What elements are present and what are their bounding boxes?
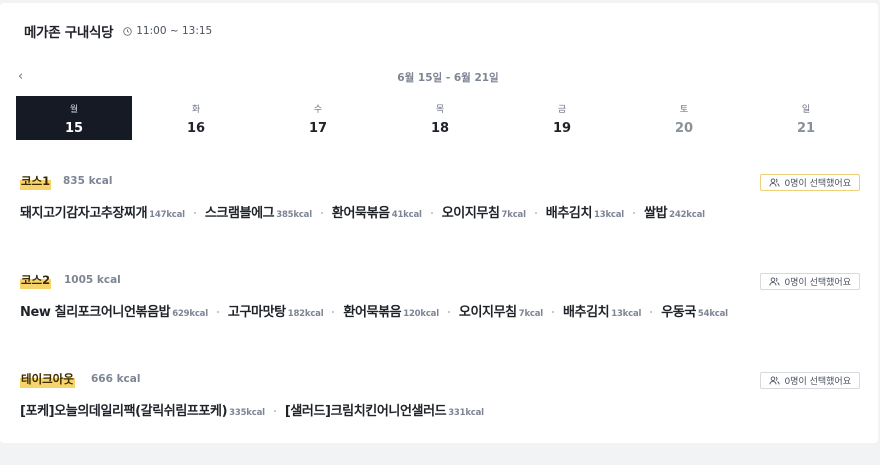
day-of-week: 금 <box>557 105 567 115</box>
course-header: 테이크아웃 666 kcal 0명이 선택했어요 <box>20 371 860 391</box>
separator-dot <box>193 212 196 214</box>
hours-text: 11:00 ~ 13:15 <box>136 25 213 37</box>
dish-kcal: 331kcal <box>448 408 484 418</box>
separator-dot <box>216 311 219 313</box>
day-number: 19 <box>552 121 572 136</box>
selection-count-text: 0명이 선택했어요 <box>784 179 851 189</box>
separator-dot <box>534 212 537 214</box>
day-tab-sat[interactable]: 토 20 <box>626 96 742 140</box>
dish-kcal: 13kcal <box>611 309 642 319</box>
course-header: 코스1 835 kcal 0명이 선택했어요 <box>20 173 860 193</box>
dish-name: 배추김치 <box>563 305 610 320</box>
dish-name: 우동국 <box>661 305 696 320</box>
separator-dot <box>650 311 653 313</box>
selection-count-button[interactable]: 0명이 선택했어요 <box>760 372 860 389</box>
separator-dot <box>552 311 554 313</box>
dish-name: [샐러드]크림치킨어니언샐러드 <box>284 404 447 419</box>
course-name: 테이크아웃 <box>20 371 75 388</box>
dish-name: 배추김치 <box>545 206 593 221</box>
day-of-week: 수 <box>313 105 323 115</box>
cafeteria-title: 메가존 구내식당 <box>24 25 114 41</box>
day-tab-wed[interactable]: 수 17 <box>260 96 376 140</box>
dish-kcal: 120kcal <box>403 309 439 319</box>
week-navigator: 6월 15일 - 6월 21일 ‹ <box>18 69 878 87</box>
header: 메가존 구내식당 11:00 ~ 13:15 <box>24 21 212 41</box>
day-of-week: 토 <box>679 105 689 115</box>
dish-name: 환어묵볶음 <box>331 206 390 221</box>
dish-name: 쌀밥 <box>644 206 668 221</box>
day-number: 16 <box>186 121 206 136</box>
day-number: 15 <box>64 121 84 136</box>
separator-dot <box>320 212 323 214</box>
selection-count-button[interactable]: 0명이 선택했어요 <box>760 174 860 191</box>
dish-list: [포케]오늘의데일리팩(갈릭쉬림프포케) 335kcal [샐러드]크림치킨어니언… <box>20 400 484 419</box>
dish-kcal: 385kcal <box>276 210 312 220</box>
day-selector: 월 15 화 16 수 17 목 18 금 19 토 20 일 21 <box>16 96 870 140</box>
course-name: 코스2 <box>20 272 52 289</box>
course-section-takeout: 테이크아웃 666 kcal 0명이 선택했어요 [포케]오늘의데일리팩(갈릭쉬… <box>20 371 860 419</box>
course-name: 코스1 <box>20 173 52 190</box>
dish-name: 스크램블에그 <box>204 206 275 221</box>
dish-name: 환어묵볶음 <box>343 305 402 320</box>
dish-kcal: 7kcal <box>501 210 526 220</box>
dish-name: New 칠리포크어니언볶음밥 <box>20 305 171 320</box>
people-icon <box>769 178 781 187</box>
cafeteria-card: 메가존 구내식당 11:00 ~ 13:15 6월 15일 - 6월 21일 ‹… <box>0 3 878 443</box>
day-number: 20 <box>674 121 694 136</box>
day-number: 18 <box>430 121 450 136</box>
dish-kcal: 41kcal <box>391 210 422 220</box>
operating-hours: 11:00 ~ 13:15 <box>123 25 212 37</box>
dish-name: 고구마맛탕 <box>227 305 286 320</box>
course-kcal: 666 kcal <box>91 373 141 385</box>
course-section-2: 코스2 1005 kcal 0명이 선택했어요 New 칠리포크어니언볶음밥 62… <box>20 272 860 320</box>
dish-kcal: 242kcal <box>669 210 705 220</box>
dish-kcal: 182kcal <box>287 309 324 319</box>
dish-name: 돼지고기감자고추장찌개 <box>20 206 148 221</box>
day-tab-mon[interactable]: 월 15 <box>16 96 132 140</box>
day-of-week: 목 <box>435 105 445 115</box>
course-kcal: 835 kcal <box>63 175 113 187</box>
day-tab-sun[interactable]: 일 21 <box>748 96 864 140</box>
course-section-1: 코스1 835 kcal 0명이 선택했어요 돼지고기감자고추장찌개 147kca… <box>20 173 860 221</box>
dish-name: 오이지무침 <box>458 305 517 320</box>
selection-count-text: 0명이 선택했어요 <box>784 377 851 387</box>
people-icon <box>769 376 781 385</box>
day-of-week: 화 <box>191 105 201 115</box>
dish-kcal: 13kcal <box>594 210 625 220</box>
dish-name: [포케]오늘의데일리팩(갈릭쉬림프포케) <box>20 404 228 419</box>
dish-name: 오이지무침 <box>441 206 500 221</box>
dish-kcal: 335kcal <box>229 408 265 418</box>
dish-kcal: 147kcal <box>149 210 185 220</box>
dish-kcal: 629kcal <box>172 309 208 319</box>
course-header: 코스2 1005 kcal 0명이 선택했어요 <box>20 272 860 292</box>
separator-dot <box>447 311 450 313</box>
separator-dot <box>273 410 276 412</box>
prev-week-button[interactable]: ‹ <box>18 69 23 84</box>
day-of-week: 일 <box>801 105 811 115</box>
selection-count-button[interactable]: 0명이 선택했어요 <box>760 273 860 290</box>
day-number: 17 <box>308 121 328 136</box>
dish-list: New 칠리포크어니언볶음밥 629kcal 고구마맛탕 182kcal 환어묵볶음… <box>20 301 728 320</box>
dish-list: 돼지고기감자고추장찌개 147kcal 스크램블에그 385kcal 환어묵볶음 41… <box>20 202 705 221</box>
week-range: 6월 15일 - 6월 21일 <box>397 72 499 84</box>
day-number: 21 <box>796 121 816 136</box>
dish-kcal: 54kcal <box>697 309 728 319</box>
clock-icon <box>123 26 132 36</box>
day-tab-thu[interactable]: 목 18 <box>382 96 498 140</box>
separator-dot <box>633 212 636 214</box>
people-icon <box>769 277 781 286</box>
dish-kcal: 7kcal <box>518 309 543 319</box>
separator-dot <box>332 311 335 313</box>
day-tab-fri[interactable]: 금 19 <box>504 96 620 140</box>
selection-count-text: 0명이 선택했어요 <box>784 278 851 288</box>
separator-dot <box>430 212 433 214</box>
course-kcal: 1005 kcal <box>64 274 121 286</box>
day-of-week: 월 <box>69 105 79 115</box>
day-tab-tue[interactable]: 화 16 <box>138 96 254 140</box>
